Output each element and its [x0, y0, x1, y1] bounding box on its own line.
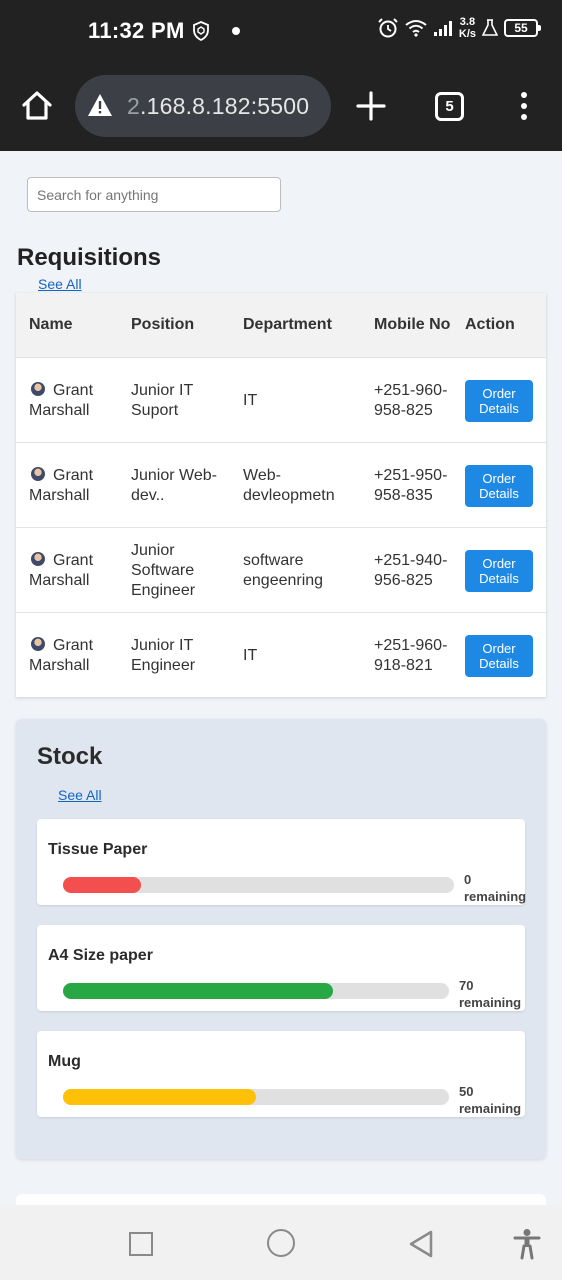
- shield-icon: [193, 21, 209, 41]
- browser-toolbar: 2.168.8.182:5500 5: [0, 62, 562, 151]
- more-vert-icon[interactable]: [517, 92, 531, 125]
- header-department: Department: [243, 316, 332, 333]
- row-department: software engeenring: [243, 551, 324, 589]
- status-icons: 3.8 K/s 55: [377, 16, 541, 40]
- table-row: Grant Marshall Junior Software Engineer …: [16, 527, 546, 612]
- stock-panel: Stock See All Tissue Paper 0 remaining A…: [16, 719, 546, 1159]
- home-circle-icon[interactable]: [267, 1229, 295, 1257]
- stock-item[interactable]: A4 Size paper 70 remaining: [37, 925, 525, 1011]
- system-nav-bar: [0, 1205, 562, 1280]
- next-section-card: [16, 1194, 546, 1205]
- url-host: .168.8.182:5500: [140, 93, 310, 119]
- header-mobile: Mobile No: [374, 316, 451, 333]
- stock-count: 0: [464, 872, 472, 887]
- stock-item-name: Tissue Paper: [48, 841, 148, 858]
- status-bar: 11:32 PM 3.8 K/s 55: [0, 0, 562, 62]
- url-text[interactable]: 2.168.8.182:5500: [127, 93, 309, 120]
- header-position: Position: [131, 316, 195, 333]
- order-details-button[interactable]: Order Details: [465, 634, 533, 677]
- home-icon[interactable]: [18, 87, 56, 125]
- stock-remaining-label: remaining: [459, 1101, 522, 1116]
- recents-square-icon[interactable]: [129, 1232, 153, 1256]
- table-row: Grant Marshall Junior IT Engineer IT +25…: [16, 612, 546, 697]
- table-row: Grant Marshall Junior Web-dev.. Web-devl…: [16, 442, 546, 527]
- status-time: 11:32 PM: [88, 18, 185, 43]
- avatar: [31, 381, 45, 396]
- avatar: [31, 636, 45, 651]
- stock-progress-bar: [63, 983, 449, 999]
- row-position: Junior IT Suport: [131, 381, 193, 419]
- requisitions-table: Name Position Department Mobile No Actio…: [16, 293, 546, 697]
- requisitions-see-all-link[interactable]: See All: [38, 276, 82, 292]
- requisitions-title: Requisitions: [17, 244, 162, 271]
- url-prefix: 2: [127, 93, 140, 119]
- row-department: IT: [243, 391, 258, 409]
- stock-remaining: 50 remaining: [459, 1083, 521, 1117]
- stock-item[interactable]: Tissue Paper 0 remaining: [37, 819, 526, 905]
- stock-remaining: 0 remaining: [464, 871, 526, 905]
- tabs-icon[interactable]: 5: [435, 92, 464, 121]
- stock-remaining-label: remaining: [464, 889, 527, 904]
- stock-remaining: 70 remaining: [459, 977, 521, 1011]
- row-department: Web-devleopmetn: [243, 466, 335, 504]
- row-mobile: +251-950-958-835: [374, 466, 448, 504]
- stock-count: 70: [459, 978, 474, 993]
- stock-progress-fill: [63, 877, 142, 893]
- stock-progress-bar: [63, 1089, 449, 1105]
- stock-title: Stock: [37, 743, 103, 770]
- table-row: Grant Marshall Junior IT Suport IT +251-…: [16, 357, 546, 442]
- stock-count: 50: [459, 1084, 474, 1099]
- order-details-button[interactable]: Order Details: [465, 549, 533, 592]
- header-name: Name: [29, 316, 73, 333]
- avatar: [31, 551, 45, 566]
- search-input[interactable]: [27, 177, 281, 212]
- stock-see-all-link[interactable]: See All: [58, 787, 102, 803]
- stock-remaining-label: remaining: [459, 995, 522, 1010]
- stock-item-name: Mug: [48, 1053, 81, 1070]
- notification-dot: [232, 27, 240, 35]
- order-details-button[interactable]: Order Details: [465, 464, 533, 507]
- back-triangle-icon[interactable]: [408, 1229, 434, 1259]
- row-mobile: +251-960-918-821: [374, 636, 448, 674]
- stock-item-name: A4 Size paper: [48, 947, 153, 964]
- network-speed-unit: K/s: [458, 28, 476, 40]
- stock-progress-fill: [63, 1089, 256, 1105]
- avatar: [31, 466, 45, 481]
- network-speed: 3.8 K/s: [459, 16, 476, 40]
- stock-progress-fill: [63, 983, 334, 999]
- accessibility-icon[interactable]: [513, 1228, 541, 1260]
- row-department: IT: [243, 646, 258, 664]
- stock-item[interactable]: Mug 50 remaining: [37, 1031, 525, 1117]
- row-position: Junior Web-dev..: [131, 466, 217, 504]
- address-bar[interactable]: 2.168.8.182:5500: [75, 75, 331, 137]
- header-action: Action: [465, 316, 515, 333]
- battery-icon: 55: [504, 19, 541, 37]
- row-position: Junior IT Engineer: [131, 636, 196, 674]
- row-mobile: +251-960-958-825: [374, 381, 448, 419]
- flask-icon: [482, 19, 498, 36]
- page-content: Requisitions See All Name Position Depar…: [0, 151, 562, 1205]
- warning-icon[interactable]: [87, 93, 113, 117]
- table-header: Name Position Department Mobile No Actio…: [16, 293, 546, 357]
- alarm-icon: [378, 18, 398, 38]
- wifi-icon: [405, 20, 427, 37]
- row-position: Junior Software Engineer: [131, 541, 196, 599]
- network-speed-value: 3.8: [459, 16, 476, 28]
- plus-icon[interactable]: [354, 89, 388, 123]
- signal-icon: [433, 21, 452, 36]
- stock-progress-bar: [63, 877, 454, 893]
- row-mobile: +251-940-956-825: [374, 551, 448, 589]
- order-details-button[interactable]: Order Details: [465, 379, 533, 422]
